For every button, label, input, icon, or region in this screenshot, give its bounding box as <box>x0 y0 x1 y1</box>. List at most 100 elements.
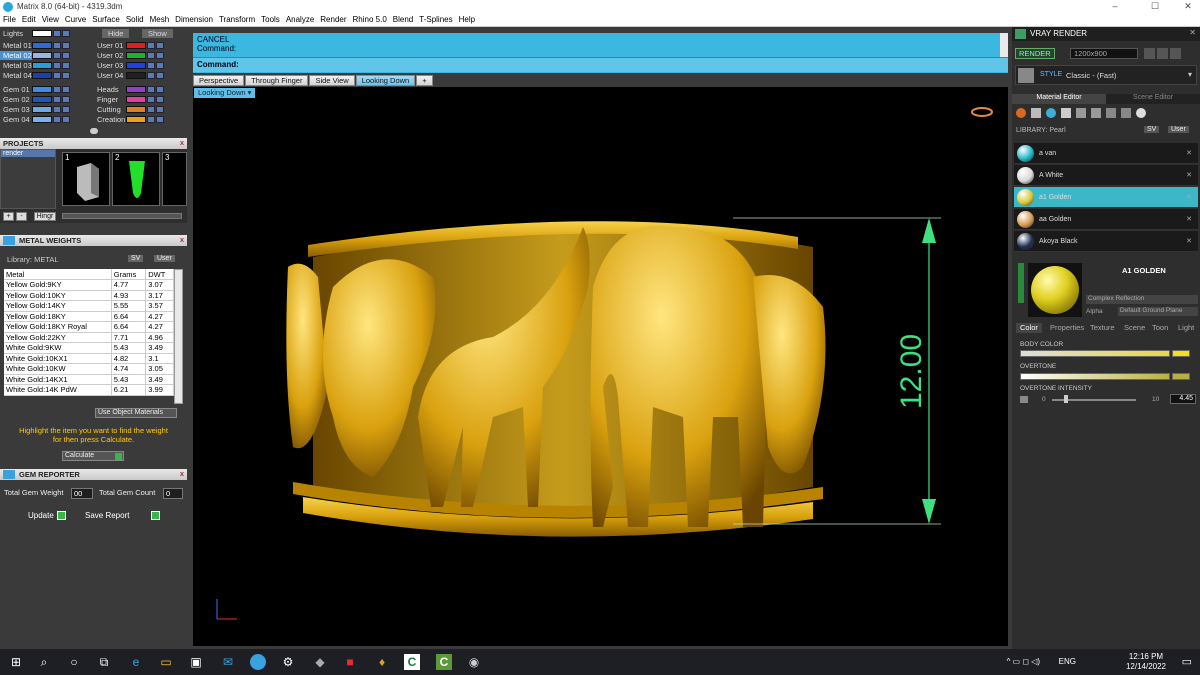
tab-through-finger[interactable]: Through Finger <box>245 75 309 86</box>
menu-tsplines[interactable]: T-Splines <box>416 15 455 24</box>
col-dwt[interactable]: DWT <box>145 269 174 280</box>
show-all-button[interactable]: Show <box>142 29 173 38</box>
tab-side-view[interactable]: Side View <box>309 75 355 86</box>
table-row[interactable]: Yellow Gold:18KY Royal 6.64 4.27 <box>4 321 174 333</box>
col-metal[interactable]: Metal <box>4 269 112 280</box>
menu-surface[interactable]: Surface <box>89 15 123 24</box>
tab-texture[interactable]: Texture <box>1090 323 1115 333</box>
material-item[interactable]: a van ✕ <box>1014 143 1198 164</box>
col-grams[interactable]: Grams <box>111 269 147 280</box>
add-project-button[interactable]: + <box>3 212 14 221</box>
ground-selector[interactable]: Default Ground Plane <box>1118 307 1198 316</box>
material-item[interactable]: a1 Golden ✕ <box>1014 187 1198 208</box>
command-scrollbar[interactable] <box>1000 33 1008 57</box>
table-row[interactable]: White Gold:14K PdW 6.21 3.99 <box>4 384 174 396</box>
fire-icon[interactable] <box>1016 108 1026 118</box>
app-red-icon[interactable]: ■ <box>342 654 358 670</box>
menu-view[interactable]: View <box>39 15 62 24</box>
grid-icon[interactable] <box>1076 108 1086 118</box>
layer-row[interactable]: User 04 <box>94 71 165 80</box>
layer-row[interactable]: Heads <box>94 85 165 94</box>
app-gold-icon[interactable]: ♦ <box>374 654 390 670</box>
remove-material-icon[interactable]: ✕ <box>1186 149 1192 157</box>
viewport-label-dropdown[interactable]: Looking Down ▾ <box>194 88 256 98</box>
prev-icon[interactable] <box>1144 48 1155 59</box>
clock[interactable]: 12:16 PM 12/14/2022 <box>1126 652 1166 672</box>
sphere-icon[interactable] <box>1046 108 1056 118</box>
app-camtasia-icon[interactable]: C <box>436 654 452 670</box>
tab-color[interactable]: Color <box>1016 323 1042 333</box>
tab-properties[interactable]: Properties <box>1050 323 1084 333</box>
layer-color-swatch[interactable] <box>126 62 146 69</box>
menu-render[interactable]: Render <box>317 15 349 24</box>
use-object-materials-button[interactable]: Use Object Materials <box>95 408 177 418</box>
visibility-icon[interactable] <box>62 96 70 103</box>
menu-solid[interactable]: Solid <box>123 15 147 24</box>
layer-color-swatch[interactable] <box>32 96 52 103</box>
material-item[interactable]: Akoya Black ✕ <box>1014 231 1198 252</box>
layer-row[interactable]: Gem 04 <box>0 115 71 124</box>
lock-icon[interactable] <box>53 72 61 79</box>
update-button[interactable]: Update <box>28 510 66 520</box>
layer-row[interactable]: Creation <box>94 115 165 124</box>
lock-icon[interactable] <box>53 116 61 123</box>
render-button[interactable]: RENDER <box>1015 48 1055 59</box>
settings-gear-icon[interactable]: ⚙ <box>280 654 296 670</box>
app-circle-icon[interactable]: ◉ <box>466 654 482 670</box>
table-row[interactable]: Yellow Gold:9KY 4.77 3.07 <box>4 279 174 291</box>
tray-icons[interactable]: ^ ▭ ◻ ◁) <box>1007 657 1040 666</box>
layer-color-swatch[interactable] <box>32 62 52 69</box>
lock-icon[interactable] <box>147 106 155 113</box>
visibility-icon[interactable] <box>62 86 70 93</box>
remove-material-icon[interactable]: ✕ <box>1186 215 1192 223</box>
search-icon[interactable]: ⌕ <box>36 654 52 670</box>
visibility-icon[interactable] <box>62 106 70 113</box>
options-icon[interactable] <box>1170 48 1181 59</box>
tab-light[interactable]: Light <box>1178 323 1194 333</box>
mail-icon[interactable]: ✉ <box>220 654 236 670</box>
layer-row[interactable]: User 03 <box>94 61 165 70</box>
lock-icon[interactable] <box>147 62 155 69</box>
menu-tools[interactable]: Tools <box>258 15 283 24</box>
visibility-icon[interactable] <box>156 86 164 93</box>
collapse-handle-icon[interactable] <box>90 128 98 134</box>
user-library-button[interactable]: User <box>154 255 175 262</box>
table-row[interactable]: Yellow Gold:14KY 5.55 3.57 <box>4 300 174 312</box>
layer-color-swatch[interactable] <box>126 106 146 113</box>
close-icon[interactable]: ✕ <box>1189 28 1196 37</box>
style-selector[interactable]: STYLE Classic - (Fast) ▾ <box>1015 65 1197 85</box>
save-report-button[interactable]: Save Report <box>85 510 161 520</box>
maximize-button[interactable]: ☐ <box>1143 0 1167 13</box>
intensity-thumb[interactable] <box>1064 395 1068 403</box>
texture-icon[interactable] <box>1061 108 1071 118</box>
tab-perspective[interactable]: Perspective <box>193 75 245 86</box>
layer-row[interactable]: Cutting <box>94 105 165 114</box>
visibility-icon[interactable] <box>62 116 70 123</box>
remove-material-icon[interactable]: ✕ <box>1186 193 1192 201</box>
layer-color-swatch[interactable] <box>32 42 52 49</box>
layer-color-swatch[interactable] <box>32 86 52 93</box>
lock-icon[interactable] <box>53 42 61 49</box>
close-icon[interactable]: x <box>180 138 184 147</box>
table-row[interactable]: Yellow Gold:10KY 4.93 3.17 <box>4 290 174 301</box>
add-tab-icon[interactable]: + <box>416 75 433 86</box>
tab-scene-editor[interactable]: Scene Editor <box>1106 94 1200 104</box>
table-row[interactable]: White Gold:10KW 4.74 3.05 <box>4 363 174 375</box>
tab-material-editor[interactable]: Material Editor <box>1012 94 1106 104</box>
visibility-icon[interactable] <box>156 72 164 79</box>
visibility-icon[interactable] <box>156 116 164 123</box>
layer-row[interactable]: Metal 02 <box>0 51 71 60</box>
hide-all-button[interactable]: Hide <box>102 29 130 38</box>
menu-curve[interactable]: Curve <box>62 15 89 24</box>
tab-scene[interactable]: Scene <box>1124 323 1145 333</box>
command-input[interactable]: Command: <box>193 57 1008 72</box>
menu-dimension[interactable]: Dimension <box>172 15 216 24</box>
project-thumb-3[interactable]: 3 <box>162 152 187 206</box>
visibility-icon[interactable] <box>156 42 164 49</box>
body-color-slider[interactable] <box>1020 350 1170 357</box>
projects-scrollbar[interactable] <box>62 213 182 219</box>
minimize-button[interactable]: – <box>1103 0 1127 13</box>
matrix-app-icon[interactable] <box>250 654 266 670</box>
lock-icon[interactable] <box>53 52 61 59</box>
preview-toggle[interactable] <box>1018 263 1024 303</box>
